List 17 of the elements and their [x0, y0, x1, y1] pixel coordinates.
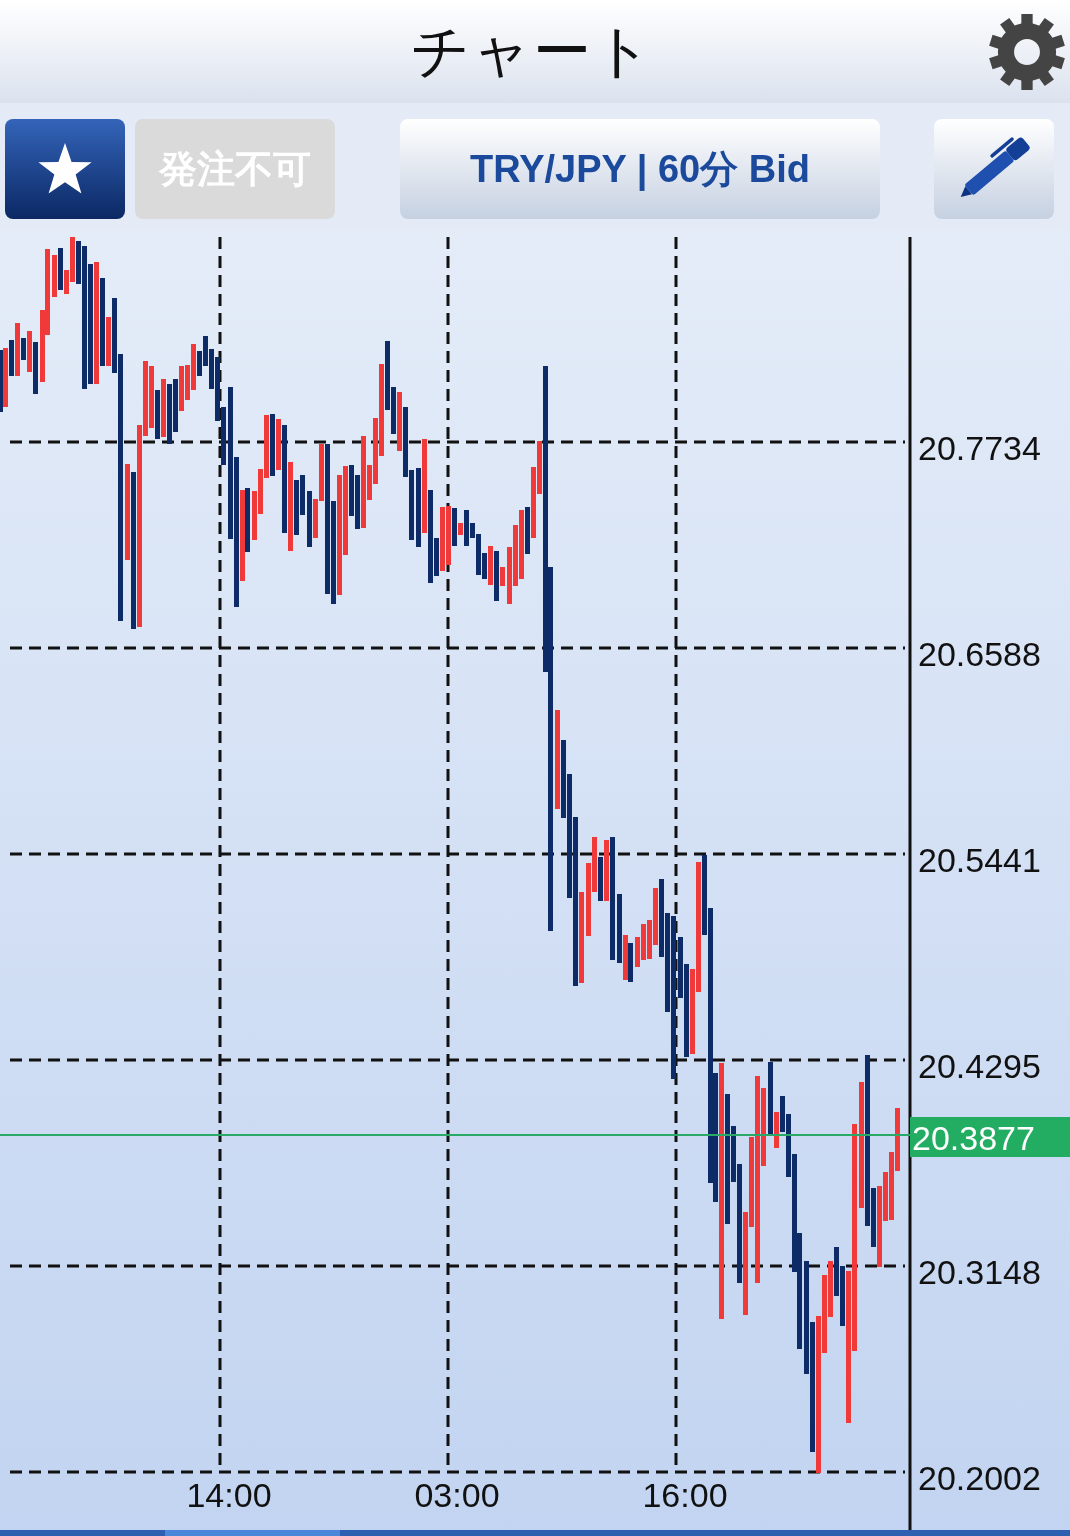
symbol-button[interactable]: TRY/JPY | 60分 Bid — [400, 119, 880, 219]
draw-button[interactable] — [934, 119, 1054, 219]
star-icon — [38, 143, 92, 195]
price-label: 20.4295 — [918, 1047, 1041, 1085]
time-label: 16:00 — [642, 1476, 728, 1514]
time-label: 03:00 — [414, 1476, 500, 1514]
current-price-label: 20.3877 — [910, 1117, 1070, 1157]
screen-title: チャート — [411, 16, 654, 85]
price-label: 20.3148 — [918, 1253, 1041, 1291]
price-label: 20.2002 — [918, 1459, 1041, 1497]
price-label: 20.6588 — [918, 635, 1041, 673]
settings-icon[interactable] — [989, 13, 1065, 90]
scroll-thumb[interactable] — [165, 1530, 340, 1536]
price-label: 20.5441 — [918, 841, 1041, 879]
favorite-button[interactable] — [5, 119, 125, 219]
price-label: 20.7734 — [918, 429, 1041, 467]
time-label: 14:00 — [186, 1476, 272, 1514]
